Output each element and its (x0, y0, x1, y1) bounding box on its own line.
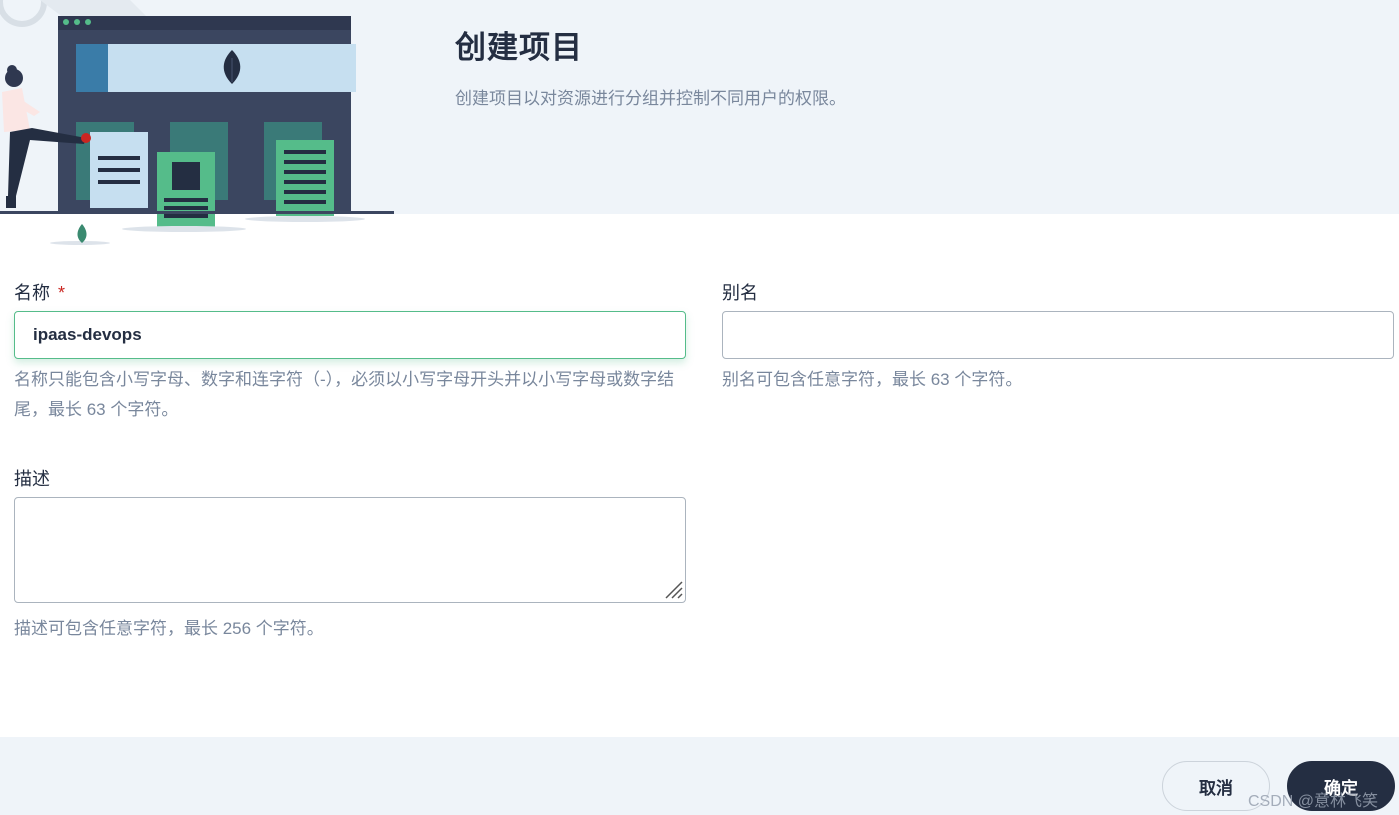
document-icon (276, 140, 334, 216)
alias-label: 别名 (722, 283, 758, 303)
name-label-text: 名称 (14, 283, 50, 303)
document-icon (90, 132, 148, 208)
description-label: 描述 (14, 469, 50, 489)
name-input[interactable] (14, 311, 686, 359)
watermark: CSDN @意林飞笑 (1248, 793, 1379, 810)
description-hint: 描述可包含任意字符，最长 256 个字符。 (14, 619, 324, 638)
required-mark: * (58, 283, 66, 303)
alias-hint: 别名可包含任意字符，最长 63 个字符。 (722, 370, 1023, 389)
alias-input[interactable] (722, 311, 1394, 359)
document-icon (157, 152, 215, 228)
page-subtitle: 创建项目以对资源进行分组并控制不同用户的权限。 (455, 89, 846, 108)
name-label: 名称 * (14, 279, 65, 305)
page-title: 创建项目 (455, 30, 583, 65)
name-hint: 名称只能包含小写字母、数字和连字符（-），必须以小写字母开头并以小写字母或数字结… (14, 370, 675, 419)
description-textarea[interactable] (14, 497, 686, 603)
header-banner: 创建项目 创建项目以对资源进行分组并控制不同用户的权限。 (0, 0, 1399, 245)
resize-handle-icon[interactable] (662, 578, 684, 600)
project-illustration (0, 0, 394, 245)
